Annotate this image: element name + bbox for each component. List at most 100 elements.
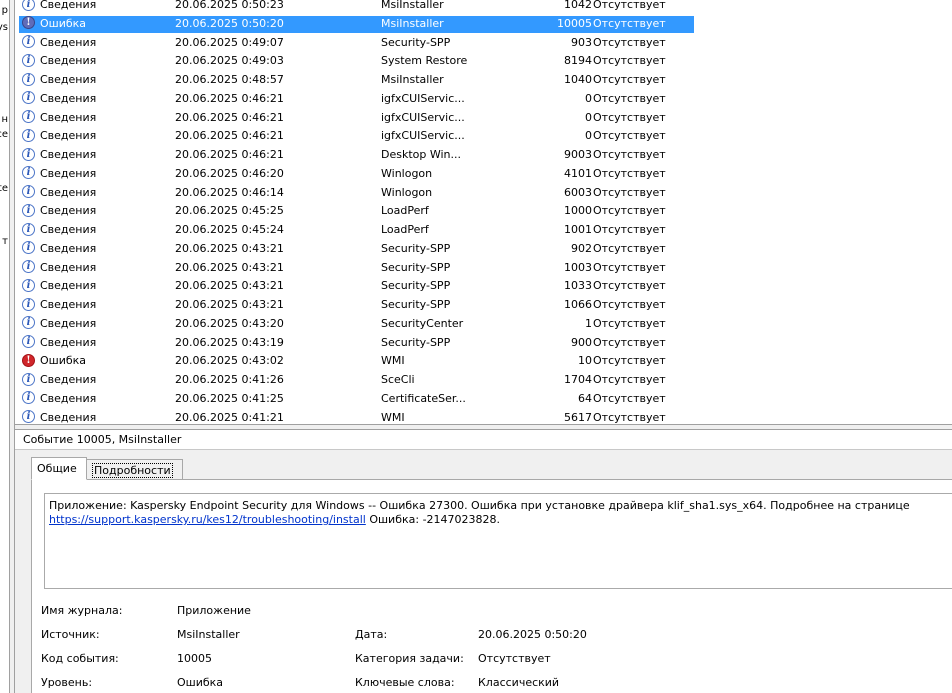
info-icon: i — [22, 53, 35, 67]
source-cell: Security-SPP — [381, 335, 451, 349]
task-category-cell: Отсутствует — [593, 91, 666, 105]
source-cell: Security-SPP — [381, 298, 451, 311]
level-cell: Сведения — [40, 166, 97, 180]
table-row[interactable]: i Сведения 20.06.2025 0:48:57 MsiInstaller 1… — [15, 71, 952, 90]
level-icon-cell: i — [22, 259, 38, 278]
info-icon: i — [22, 0, 35, 11]
general-tab-panel: Приложение: Kaspersky Endpoint Security … — [31, 479, 952, 693]
table-row[interactable]: i Сведения 20.06.2025 0:43:21 Security-SPP 9… — [15, 240, 952, 259]
date-cell: 20.06.2025 0:46:20 — [175, 166, 284, 180]
level-icon-cell: i — [22, 165, 38, 184]
table-row[interactable]: i Сведения 20.06.2025 0:43:21 Security-SPP 1… — [15, 259, 952, 278]
log-name-label: Имя журнала: — [41, 604, 123, 617]
tab-details[interactable]: Подробности — [87, 459, 183, 480]
table-row[interactable]: i Сведения 20.06.2025 0:46:21 Desktop Win..… — [15, 146, 952, 165]
date-cell: 20.06.2025 0:50:20 — [175, 16, 284, 30]
level-icon-cell: i — [22, 52, 38, 71]
date-cell: 20.06.2025 0:46:21 — [175, 91, 284, 105]
task-category-value: Отсутствует — [478, 652, 551, 665]
level-icon-cell: i — [22, 146, 38, 165]
level-cell: Ошибка — [40, 354, 87, 368]
log-name-value: Приложение — [177, 604, 251, 617]
error-icon: ! — [22, 16, 35, 30]
table-row[interactable]: i Сведения 20.06.2025 0:41:26 SceCli 1704 Отс… — [15, 371, 952, 390]
info-icon: i — [22, 110, 35, 123]
source-cell: SceCli — [381, 373, 415, 386]
table-row[interactable]: i Сведения 20.06.2025 0:43:21 Security-SPP 1… — [15, 296, 952, 315]
event-id-cell: 1033 — [564, 279, 592, 293]
level-cell: Сведения — [40, 129, 97, 143]
level-cell: Сведения — [40, 391, 97, 405]
event-id-cell: 5617 — [564, 410, 592, 424]
table-row[interactable]: ! Ошибка 20.06.2025 0:43:02 WMI 10 Отсутствуе… — [15, 352, 952, 371]
troubleshooting-link[interactable]: https://support.kaspersky.ru/kes12/troub… — [49, 513, 366, 526]
level-icon-cell: i — [22, 202, 38, 221]
table-row[interactable]: i Сведения 20.06.2025 0:43:19 Security-SPP 9… — [15, 334, 952, 353]
table-row[interactable]: i Сведения 20.06.2025 0:46:21 igfxCUIServic… — [15, 109, 952, 128]
info-icon: i — [22, 372, 35, 386]
task-category-cell: Отсутствует — [593, 166, 666, 180]
task-category-cell: Отсутствует — [593, 54, 666, 68]
table-row[interactable]: i Сведения 20.06.2025 0:49:07 Security-SPP 9… — [15, 34, 952, 53]
date-cell: 20.06.2025 0:46:21 — [175, 110, 284, 124]
event-detail-pane: Общие Подробности Приложение: Kaspersky … — [15, 450, 952, 693]
level-icon-cell: i — [22, 90, 38, 109]
left-pane-fragment: ce — [0, 129, 8, 140]
task-category-cell: Отсутствует — [593, 298, 666, 311]
info-icon: i — [22, 278, 35, 292]
table-row[interactable]: i Сведения 20.06.2025 0:43:21 Security-SPP 1… — [15, 277, 952, 296]
event-id-cell: 1042 — [564, 0, 592, 11]
level-cell: Сведения — [40, 260, 97, 274]
table-row[interactable]: i Сведения 20.06.2025 0:45:24 LoadPerf 1001 О… — [15, 221, 952, 240]
date-cell: 20.06.2025 0:49:03 — [175, 54, 284, 68]
event-id-label: Код события: — [41, 652, 119, 665]
event-list: i Сведения 20.06.2025 0:50:23 MsiInstaller 1… — [15, 0, 952, 424]
date-cell: 20.06.2025 0:43:21 — [175, 260, 284, 274]
level-icon-cell: i — [22, 390, 38, 409]
table-row[interactable]: i Сведения 20.06.2025 0:49:03 System Restor… — [15, 52, 952, 71]
date-cell: 20.06.2025 0:41:26 — [175, 373, 284, 386]
level-cell: Сведения — [40, 373, 97, 386]
table-row[interactable]: i Сведения 20.06.2025 0:50:23 MsiInstaller 1… — [15, 0, 952, 15]
level-icon-cell: ! — [22, 15, 38, 34]
event-message-box[interactable]: Приложение: Kaspersky Endpoint Security … — [44, 493, 952, 589]
task-category-cell: Отсутствует — [593, 73, 666, 86]
event-id-cell: 10005 — [557, 16, 592, 30]
tab-general[interactable]: Общие — [31, 457, 87, 480]
level-cell: Ошибка — [40, 16, 87, 30]
event-id-cell: 1003 — [564, 260, 592, 274]
table-row[interactable]: i Сведения 20.06.2025 0:46:14 Winlogon 6003 О… — [15, 184, 952, 203]
info-icon: i — [22, 147, 35, 161]
source-label: Источник: — [41, 628, 100, 641]
table-row[interactable]: i Сведения 20.06.2025 0:46:20 Winlogon 4101 О… — [15, 165, 952, 184]
level-icon-cell: ! — [22, 352, 38, 371]
event-id-cell: 900 — [571, 335, 592, 349]
table-row[interactable]: i Сведения 20.06.2025 0:41:21 WMI 5617 Отсутс… — [15, 409, 952, 425]
table-row[interactable]: ! Ошибка 20.06.2025 0:50:20 MsiInstaller 100… — [15, 15, 952, 34]
table-row[interactable]: i Сведения 20.06.2025 0:41:25 CertificateSe… — [15, 390, 952, 409]
source-cell: Security-SPP — [381, 279, 451, 293]
level-cell: Сведения — [40, 35, 97, 49]
event-detail-header: Событие 10005, MsiInstaller — [15, 429, 952, 450]
event-message-tail: Ошибка: -2147023828. — [365, 513, 501, 526]
level-icon-cell: i — [22, 334, 38, 353]
tab-details-label: Подробности — [92, 463, 173, 478]
event-id-value: 10005 — [177, 652, 212, 665]
level-icon-cell: i — [22, 409, 38, 425]
table-row[interactable]: i Сведения 20.06.2025 0:46:21 igfxCUIServic… — [15, 90, 952, 109]
table-row[interactable]: i Сведения 20.06.2025 0:45:25 LoadPerf 1000 О… — [15, 202, 952, 221]
level-cell: Сведения — [40, 73, 97, 86]
info-icon: i — [22, 72, 35, 86]
date-cell: 20.06.2025 0:43:19 — [175, 335, 284, 349]
error-icon: ! — [22, 353, 35, 367]
table-row[interactable]: i Сведения 20.06.2025 0:46:21 igfxCUIServic… — [15, 127, 952, 146]
level-icon-cell: i — [22, 296, 38, 315]
level-cell: Сведения — [40, 298, 97, 311]
date-cell: 20.06.2025 0:48:57 — [175, 73, 284, 86]
info-icon: i — [22, 410, 35, 423]
table-row[interactable]: i Сведения 20.06.2025 0:43:20 SecurityCente… — [15, 315, 952, 334]
task-category-cell: Отсутствует — [593, 373, 666, 386]
level-icon-cell: i — [22, 0, 38, 15]
event-id-cell: 902 — [571, 241, 592, 255]
date-cell: 20.06.2025 0:45:24 — [175, 223, 284, 236]
